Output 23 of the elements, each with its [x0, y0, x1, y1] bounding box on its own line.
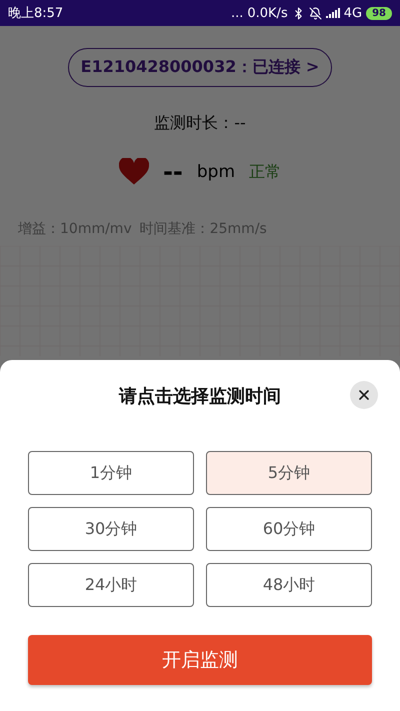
duration-option[interactable]: 1分钟: [28, 451, 194, 495]
signal-icon: [326, 8, 340, 18]
duration-option[interactable]: 24小时: [28, 563, 194, 607]
duration-option[interactable]: 48小时: [206, 563, 372, 607]
duration-option[interactable]: 5分钟: [206, 451, 372, 495]
more-dots: ...: [230, 6, 244, 20]
close-button[interactable]: [350, 381, 378, 409]
duration-option[interactable]: 60分钟: [206, 507, 372, 551]
network-speed: 0.0K/s: [247, 6, 288, 20]
duration-option[interactable]: 30分钟: [28, 507, 194, 551]
battery-icon: 98: [366, 6, 392, 20]
sheet-title: 请点击选择监测时间: [119, 385, 281, 408]
clock: 晚上8:57: [8, 5, 64, 22]
network-type: 4G: [344, 6, 362, 20]
duration-label: 监测时长：--: [154, 113, 246, 134]
start-button[interactable]: 开启监测: [28, 635, 372, 685]
close-icon: [356, 387, 372, 403]
alarm-off-icon: [308, 6, 322, 20]
heart-rate-unit: bpm: [196, 162, 236, 182]
heart-icon: [118, 158, 149, 186]
heart-rate-status: 正常: [249, 162, 282, 182]
device-button[interactable]: E1210428000032：已连接 >: [68, 48, 332, 87]
heart-rate-value: --: [162, 158, 183, 186]
